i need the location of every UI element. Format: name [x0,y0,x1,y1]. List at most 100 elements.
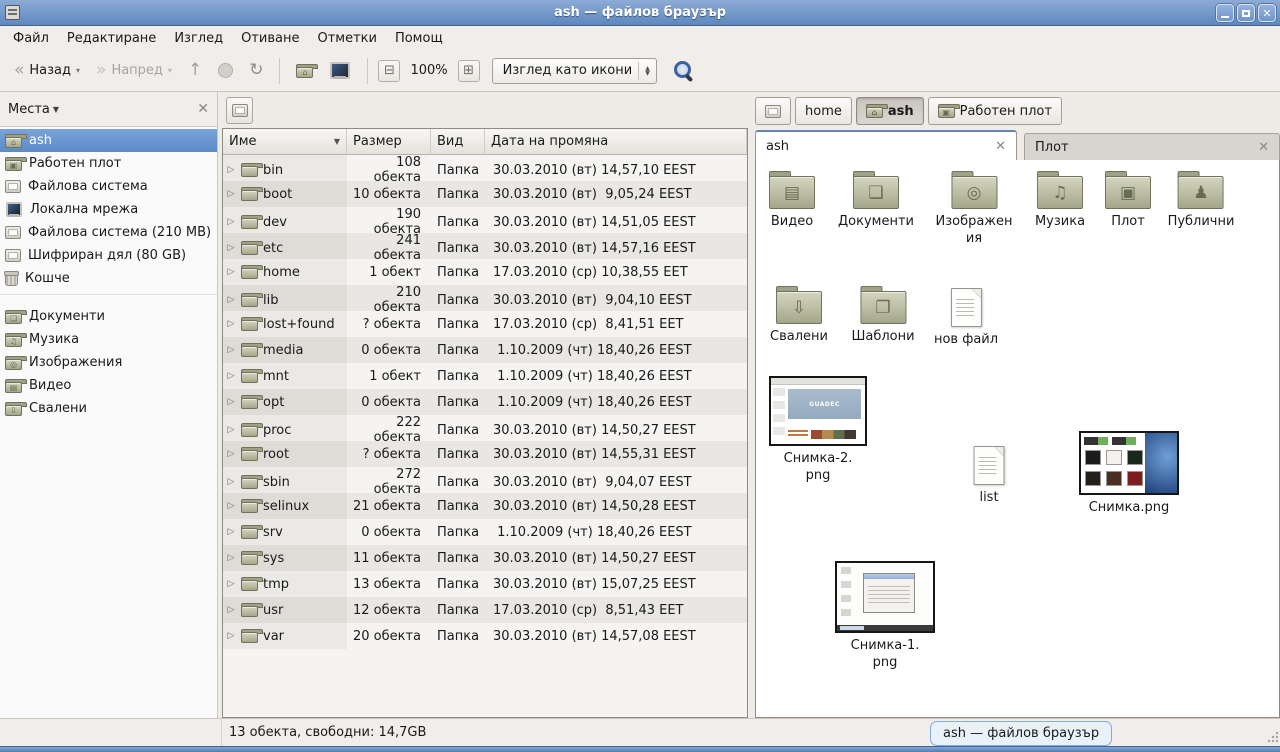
sidebar-item-Свалени[interactable]: ⇩Свалени [0,397,217,420]
icon-view-item-Публични[interactable]: ♟Публични [1168,171,1235,230]
sidebar-item-ash[interactable]: ⌂ash [0,129,217,152]
icon-view-item-Видео[interactable]: ▤Видео [769,171,815,230]
table-row[interactable]: ▷media0 обектаПапка 1.10.2009 (чт) 18,40… [223,337,747,363]
expander-icon[interactable]: ▷ [226,371,236,381]
expander-icon[interactable]: ▷ [226,397,236,407]
sidebar-item-Кошче[interactable]: Кошче [0,267,217,290]
menu-Отиване[interactable]: Отиване [232,28,308,49]
sidebar-item-Видео[interactable]: ▤Видео [0,374,217,397]
pathbar-button-ash[interactable]: ⌂ash [856,97,924,125]
zoom-out-button[interactable]: ⊟ [378,60,400,82]
sidebar-item-Документи[interactable]: ❏Документи [0,305,217,328]
expander-icon[interactable]: ▷ [226,579,236,589]
table-row[interactable]: ▷dev190 обектаПапка30.03.2010 (вт) 14,51… [223,207,747,233]
sidebar-close-icon[interactable]: ✕ [197,101,209,117]
expander-icon[interactable]: ▷ [226,345,236,355]
chevron-down-icon[interactable]: ▼ [53,105,59,114]
sidebar-item-Шифриран дял (80 GB)[interactable]: Шифриран дял (80 GB) [0,244,217,267]
menu-Изглед[interactable]: Изглед [165,28,232,49]
expander-icon[interactable]: ▷ [226,527,236,537]
icon-view-item-Документи[interactable]: ❏Документи [838,171,914,230]
tab-close-icon[interactable]: ✕ [995,139,1006,154]
table-row[interactable]: ▷boot10 обектаПапка30.03.2010 (вт) 9,05,… [223,181,747,207]
icon-view-item-Плот[interactable]: ▣Плот [1105,171,1151,230]
forward-button[interactable]: » Напред ▾ [90,58,178,83]
sidebar-item-Файлова система[interactable]: Файлова система [0,175,217,198]
sidebar-item-Локална мрежа[interactable]: Локална мрежа [0,198,217,221]
expander-icon[interactable]: ▷ [226,631,236,641]
expander-icon[interactable]: ▷ [226,605,236,615]
menu-Редактиране[interactable]: Редактиране [58,28,165,49]
table-row[interactable]: ▷proc222 обектаПапка30.03.2010 (вт) 14,5… [223,415,747,441]
column-header-Размер[interactable]: Размер [347,129,431,155]
resize-grip[interactable] [1266,732,1278,744]
icon-view-item-Свалени[interactable]: ⇩Свалени [770,286,828,345]
expander-icon[interactable]: ▷ [226,295,236,305]
icon-view-item-Снимка-2.png[interactable]: GUADECСнимка-2.png [769,376,867,484]
close-icon[interactable]: ✕ [1258,4,1276,22]
expander-icon[interactable]: ▷ [226,189,236,199]
sidebar-item-Файлова система (210 MB)[interactable]: Файлова система (210 MB) [0,221,217,244]
table-row[interactable]: ▷tmp13 обектаПапка30.03.2010 (вт) 15,07,… [223,571,747,597]
icon-view-item-Снимка-1.png[interactable]: Снимка-1.png [835,561,935,671]
forward-history-icon[interactable]: ▾ [168,66,172,75]
menu-Помощ[interactable]: Помощ [386,28,452,49]
table-row[interactable]: ▷bin108 обектаПапка30.03.2010 (вт) 14,57… [223,155,747,181]
sidebar-item-Музика[interactable]: ♫Музика [0,328,217,351]
reload-button[interactable]: ↻ [243,58,269,83]
table-row[interactable]: ▷lost+found? обектаПапка17.03.2010 (ср) … [223,311,747,337]
pathbar-button-root[interactable] [755,97,791,125]
maximize-icon[interactable] [1237,4,1255,22]
column-header-Име[interactable]: Име▼ [223,129,347,155]
expander-icon[interactable]: ▷ [226,501,236,511]
icon-view-item-Музика[interactable]: ♫Музика [1035,171,1085,230]
expander-icon[interactable]: ▷ [226,553,236,563]
table-row[interactable]: ▷home1 обектПапка17.03.2010 (ср) 10,38,5… [223,259,747,285]
table-row[interactable]: ▷lib210 обектаПапка30.03.2010 (вт) 9,04,… [223,285,747,311]
zoom-in-button[interactable]: ⊞ [458,60,480,82]
back-button[interactable]: « Назад ▾ [8,58,86,83]
taskbar-window-label[interactable]: ash — файлов браузър [930,721,1112,746]
icon-view-item-Снимка.png[interactable]: Снимка.png [1079,431,1179,516]
up-button[interactable]: ↑ [182,58,208,83]
sidebar-item-Работен плот[interactable]: ▣Работен плот [0,152,217,175]
table-row[interactable]: ▷selinux21 обектаПапка30.03.2010 (вт) 14… [223,493,747,519]
column-header-Вид[interactable]: Вид [431,129,485,155]
column-header-Дата на промяна[interactable]: Дата на промяна [485,129,747,155]
back-history-icon[interactable]: ▾ [76,66,80,75]
tab-close-icon[interactable]: ✕ [1258,140,1269,155]
tab-Плот[interactable]: Плот✕ [1024,133,1280,160]
expander-icon[interactable]: ▷ [226,243,236,253]
icon-view[interactable]: ▤Видео ❏Документи ◎Изображения ♫Музика ▣Плот… [755,160,1280,718]
search-icon[interactable] [673,60,695,82]
icon-view-item-нов файл[interactable]: нов файл [934,288,998,348]
icon-view-item-Изображения[interactable]: ◎Изображения [935,171,1012,247]
expander-icon[interactable]: ▷ [226,425,236,435]
expander-icon[interactable]: ▷ [226,165,236,175]
expander-icon[interactable]: ▷ [226,267,236,277]
computer-button[interactable] [323,58,357,83]
table-row[interactable]: ▷var20 обектаПапка30.03.2010 (вт) 14,57,… [223,623,747,649]
menu-Файл[interactable]: Файл [4,28,58,49]
expander-icon[interactable]: ▷ [226,449,236,459]
tab-ash[interactable]: ash✕ [755,130,1017,160]
table-row[interactable]: ▷mnt1 обектПапка 1.10.2009 (чт) 18,40,26… [223,363,747,389]
root-filesystem-button[interactable] [226,97,253,124]
view-mode-select[interactable]: Изглед като икони ▲▼ [492,58,657,84]
table-row[interactable]: ▷srv0 обектаПапка 1.10.2009 (чт) 18,40,2… [223,519,747,545]
table-row[interactable]: ▷etc241 обектаПапка30.03.2010 (вт) 14,57… [223,233,747,259]
expander-icon[interactable]: ▷ [226,319,236,329]
minimize-icon[interactable] [1216,4,1234,22]
pathbar-button-Работен плот[interactable]: ▣Работен плот [928,97,1062,125]
table-row[interactable]: ▷opt0 обектаПапка 1.10.2009 (чт) 18,40,2… [223,389,747,415]
table-row[interactable]: ▷sys11 обектаПапка30.03.2010 (вт) 14,50,… [223,545,747,571]
sidebar-item-Изображения[interactable]: ◎Изображения [0,351,217,374]
table-row[interactable]: ▷usr12 обектаПапка17.03.2010 (ср) 8,51,4… [223,597,747,623]
icon-view-item-Шаблони[interactable]: ❐Шаблони [851,286,914,345]
expander-icon[interactable]: ▷ [226,217,236,227]
expander-icon[interactable]: ▷ [226,477,236,487]
table-row[interactable]: ▷sbin272 обектаПапка30.03.2010 (вт) 9,04… [223,467,747,493]
menu-Отметки[interactable]: Отметки [308,28,385,49]
pathbar-button-home[interactable]: home [795,97,852,125]
stop-button[interactable] [212,59,239,82]
